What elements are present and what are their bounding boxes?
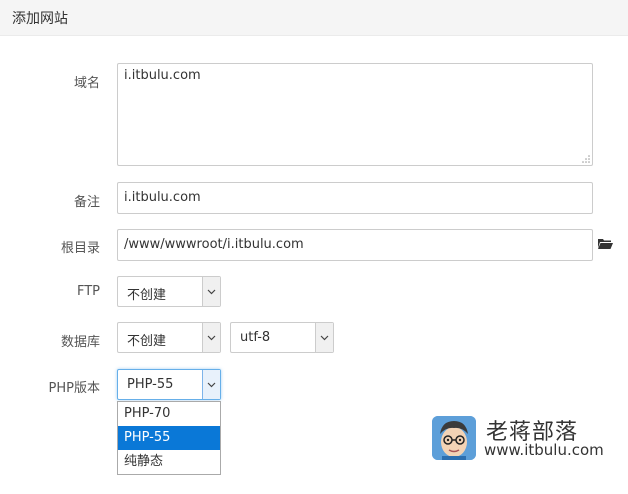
resize-grip-icon[interactable] — [582, 155, 590, 163]
root-dir-value: /www/wwwroot/i.itbulu.com — [124, 237, 304, 252]
root-dir-label: 根目录 — [60, 241, 100, 256]
note-label: 备注 — [73, 195, 100, 210]
domain-value: i.itbulu.com — [124, 68, 201, 83]
charset-select[interactable]: utf-8 — [230, 322, 334, 353]
ftp-label: FTP — [76, 284, 100, 299]
chevron-down-icon[interactable] — [202, 370, 220, 399]
database-select[interactable]: 不创建 — [117, 322, 221, 353]
domain-textarea[interactable]: i.itbulu.com — [117, 63, 593, 166]
chevron-down-icon[interactable] — [202, 277, 220, 306]
dialog-header: 添加网站 — [0, 0, 628, 36]
avatar — [432, 416, 476, 460]
brand-url: www.itbulu.com — [484, 441, 604, 459]
database-label: 数据库 — [60, 335, 100, 350]
brand-watermark: 老蒋部落 www.itbulu.com — [432, 414, 622, 462]
root-dir-input[interactable]: /www/wwwroot/i.itbulu.com — [117, 229, 593, 261]
ftp-select[interactable]: 不创建 — [117, 276, 221, 307]
database-selected-value: 不创建 — [127, 334, 167, 349]
php-version-selected-value: PHP-55 — [127, 377, 174, 392]
php-version-option-selected[interactable]: PHP-55 — [118, 426, 220, 450]
php-version-option[interactable]: 纯静态 — [118, 450, 220, 474]
php-version-dropdown: PHP-70 PHP-55 纯静态 — [117, 401, 221, 475]
note-input[interactable]: i.itbulu.com — [117, 182, 593, 214]
dialog-title: 添加网站 — [12, 11, 68, 27]
ftp-selected-value: 不创建 — [127, 288, 167, 303]
php-version-option[interactable]: PHP-70 — [118, 402, 220, 426]
note-value: i.itbulu.com — [124, 190, 201, 205]
charset-selected-value: utf-8 — [240, 330, 271, 345]
folder-open-icon[interactable] — [597, 237, 613, 250]
chevron-down-icon[interactable] — [315, 323, 333, 352]
php-version-label: PHP版本 — [48, 381, 100, 396]
php-version-select[interactable]: PHP-55 — [117, 369, 221, 400]
domain-label: 域名 — [73, 76, 100, 91]
chevron-down-icon[interactable] — [202, 323, 220, 352]
